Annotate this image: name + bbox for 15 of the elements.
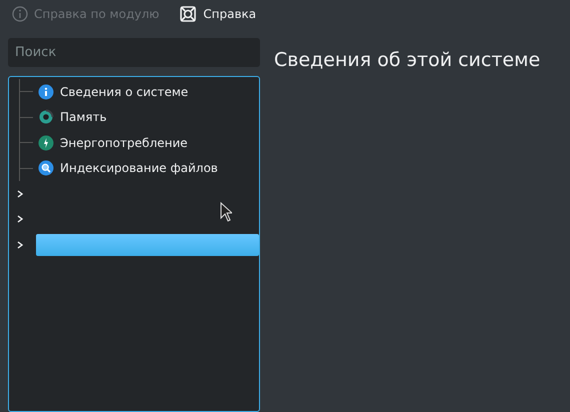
tree-item[interactable]: Индексирование файлов: [38, 157, 224, 180]
power-icon: [38, 134, 54, 151]
toolbar-button[interactable]: Справка: [179, 6, 256, 22]
lifebuoy-icon: [179, 6, 198, 22]
info-icon: [12, 6, 28, 22]
memory-icon: [38, 109, 54, 126]
page-title: Сведения об этой системе: [274, 48, 540, 73]
search-field[interactable]: Поиск: [8, 38, 260, 67]
tree-item[interactable]: Сведения о системе: [38, 80, 194, 103]
mouse-cursor-icon: [220, 202, 232, 222]
info-icon: [38, 84, 54, 100]
selected-tree-item[interactable]: [36, 234, 259, 256]
tree-item[interactable]: Энергопотребление: [38, 132, 194, 154]
search-icon: [38, 160, 54, 176]
tree-item[interactable]: Память: [38, 106, 113, 128]
